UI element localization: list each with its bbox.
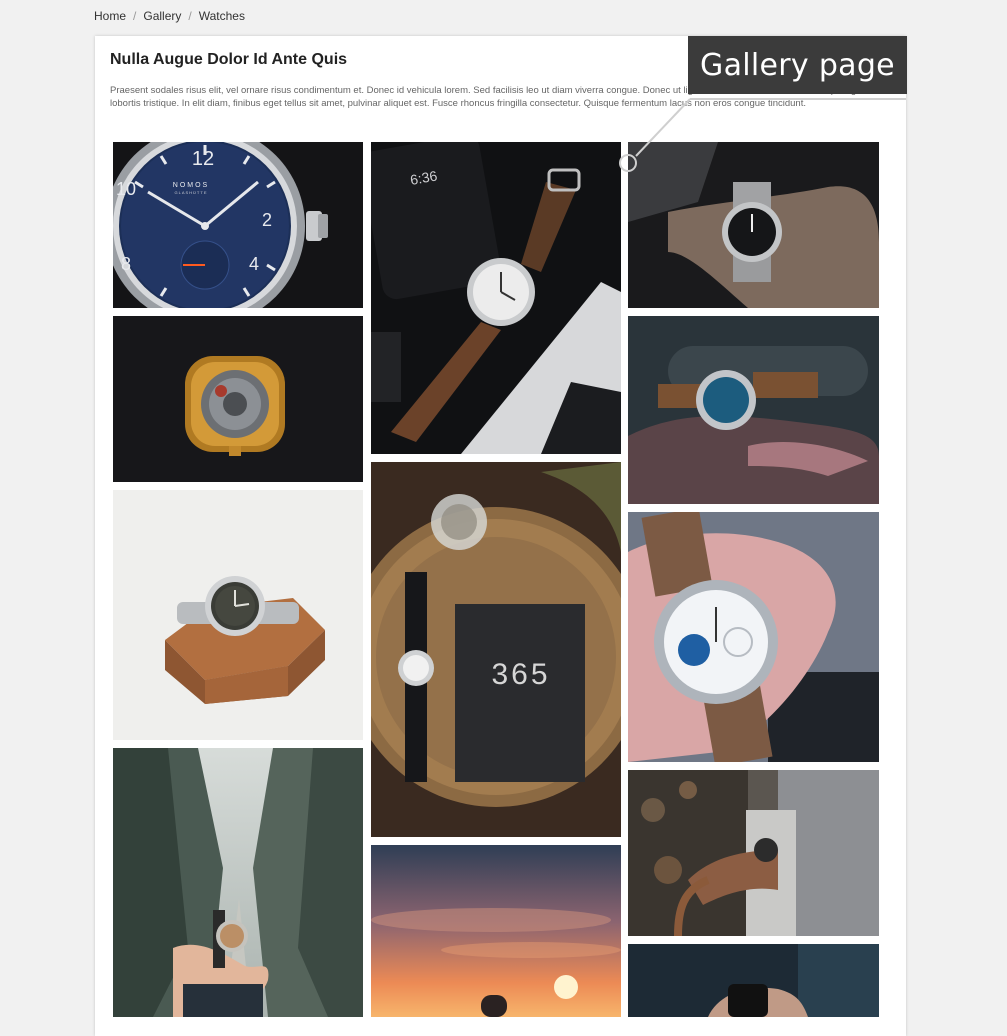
svg-text:GLASHÜTTE: GLASHÜTTE	[174, 190, 207, 195]
gallery-image-watch-on-wood-block[interactable]	[113, 490, 363, 740]
gallery-image-watch-on-leather-bag[interactable]	[628, 316, 879, 504]
svg-text:4: 4	[249, 254, 259, 274]
gallery-image-sunset-sky[interactable]	[371, 845, 621, 1017]
breadcrumb-separator: /	[188, 9, 192, 23]
breadcrumb: Home / Gallery / Watches	[94, 9, 245, 23]
gallery-image-diver-watch-on-wrist[interactable]	[628, 142, 879, 308]
gallery-page-callout: Gallery page	[688, 36, 907, 94]
gallery-image-hands-with-watch[interactable]	[628, 944, 879, 1017]
gallery-image-watch-with-phone[interactable]: 6:36	[371, 142, 621, 454]
svg-text:12: 12	[192, 148, 214, 170]
gallery-image-blue-dial-watch[interactable]: 12 2 4 8 10 NOMOS GLASHÜTTE	[113, 142, 363, 308]
breadcrumb-home[interactable]: Home	[94, 9, 126, 23]
breadcrumb-gallery[interactable]: Gallery	[143, 9, 181, 23]
svg-text:NOMOS: NOMOS	[173, 182, 209, 189]
gallery-image-hand-holding-chronograph[interactable]	[628, 512, 879, 762]
gallery-image-person-with-watch-and-bag[interactable]	[628, 770, 879, 936]
breadcrumb-current-watches: Watches	[198, 9, 245, 23]
page-title: Nulla Augue Dolor Id Ante Quis	[110, 51, 348, 68]
svg-text:8: 8	[121, 254, 131, 274]
svg-text:2: 2	[262, 210, 272, 230]
gallery-image-watch-with-365-notebook[interactable]: 365	[371, 462, 621, 837]
breadcrumb-separator: /	[133, 9, 137, 23]
svg-text:365: 365	[491, 658, 550, 691]
gallery-image-watch-in-foggy-forest[interactable]	[113, 748, 363, 1017]
gallery-image-gold-movement[interactable]	[113, 316, 363, 482]
svg-text:10: 10	[116, 179, 136, 199]
